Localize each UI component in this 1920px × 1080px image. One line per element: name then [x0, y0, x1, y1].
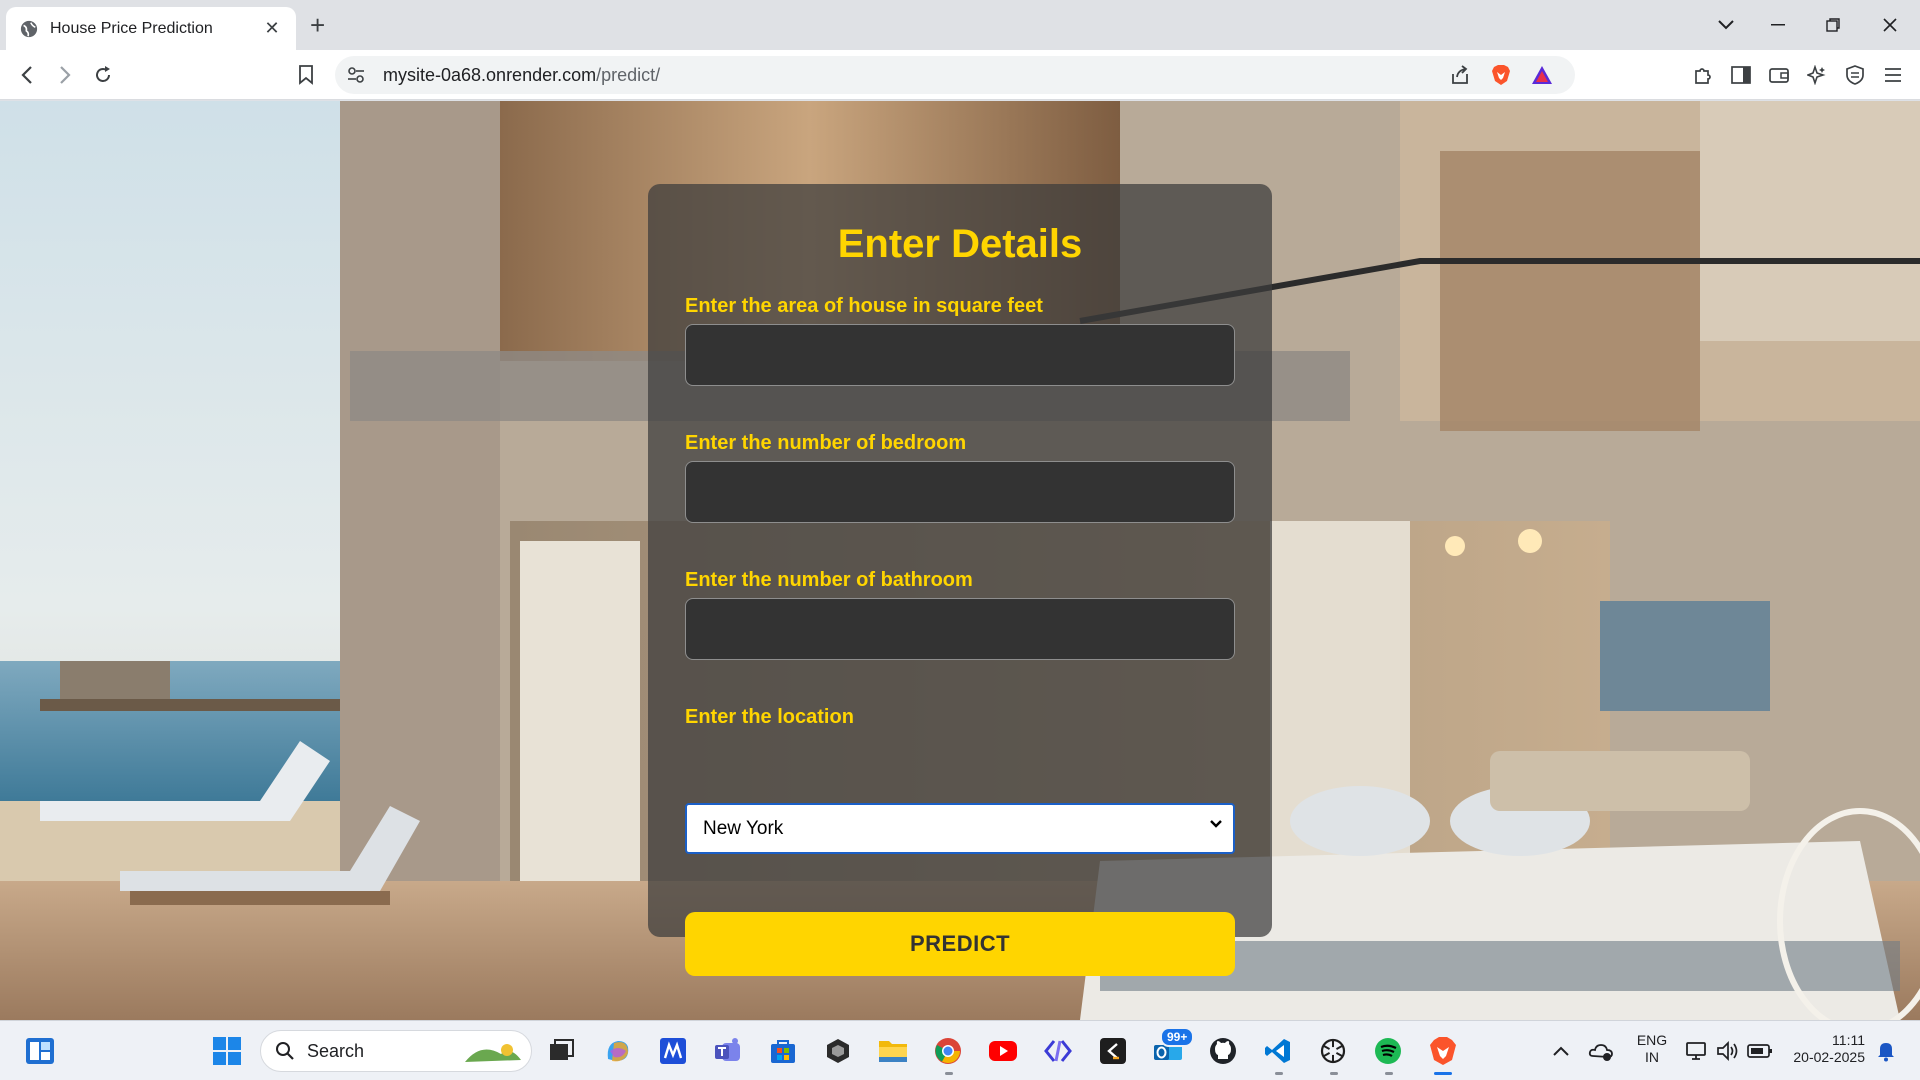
- chatgpt-icon[interactable]: [1317, 1035, 1349, 1067]
- language-code: ENG: [1636, 1032, 1668, 1048]
- brave-rewards-icon[interactable]: [1529, 62, 1555, 88]
- file-explorer-icon[interactable]: [877, 1035, 909, 1067]
- search-icon: [276, 1042, 294, 1060]
- volume-icon[interactable]: [1712, 1035, 1744, 1067]
- area-input[interactable]: [685, 324, 1235, 386]
- wallet-icon[interactable]: [1766, 62, 1792, 88]
- network-icon[interactable]: [1681, 1035, 1713, 1067]
- battery-icon[interactable]: [1744, 1035, 1776, 1067]
- running-indicator: [1385, 1072, 1393, 1075]
- app-icon-m[interactable]: [657, 1035, 689, 1067]
- running-indicator: [945, 1072, 953, 1075]
- extensions-icon[interactable]: [1690, 62, 1716, 88]
- url-host: mysite-0a68.onrender.com: [383, 65, 597, 85]
- chrome-icon[interactable]: [932, 1035, 964, 1067]
- browser-tab[interactable]: House Price Prediction ✕: [6, 7, 296, 50]
- location-label: Enter the location: [685, 706, 854, 728]
- chevron-up-icon[interactable]: [1545, 1035, 1577, 1067]
- onedrive-icon[interactable]: [1585, 1035, 1617, 1067]
- tab-title: House Price Prediction: [50, 19, 213, 37]
- youtube-icon[interactable]: [987, 1035, 1019, 1067]
- unity-icon[interactable]: [822, 1035, 854, 1067]
- share-icon[interactable]: [1447, 62, 1473, 88]
- browser-tab-bar: House Price Prediction ✕ +: [0, 0, 1920, 50]
- globe-icon: [20, 20, 38, 37]
- bathroom-label: Enter the number of bathroom: [685, 569, 973, 591]
- github-icon[interactable]: [1207, 1035, 1239, 1067]
- clock-date: 20-02-2025: [1793, 1049, 1865, 1065]
- bedroom-input[interactable]: [685, 461, 1235, 523]
- close-window-icon[interactable]: [1870, 10, 1910, 40]
- task-view-icon[interactable]: [546, 1035, 578, 1067]
- page-viewport: Enter Details Enter the area of house in…: [0, 101, 1920, 1020]
- start-icon[interactable]: [211, 1035, 243, 1067]
- url-text: mysite-0a68.onrender.com/predict/: [383, 65, 660, 86]
- taskbar-search-box[interactable]: Search: [260, 1030, 532, 1072]
- back-icon[interactable]: [14, 62, 40, 88]
- form-title: Enter Details: [837, 222, 1083, 266]
- site-settings-icon[interactable]: [343, 62, 369, 88]
- widgets-icon[interactable]: [24, 1035, 56, 1067]
- chevron-down-icon: [1210, 820, 1222, 828]
- active-app-indicator: [1434, 1072, 1452, 1075]
- bedroom-label: Enter the number of bedroom: [685, 432, 967, 454]
- running-indicator: [1330, 1072, 1338, 1075]
- menu-icon[interactable]: [1880, 62, 1906, 88]
- new-tab-button[interactable]: +: [310, 12, 325, 38]
- reload-icon[interactable]: [90, 62, 116, 88]
- windows-taskbar: Search 99+ ENG IN 11:11 20-02-2025: [0, 1020, 1920, 1080]
- search-label: Search: [307, 1040, 365, 1061]
- predict-button[interactable]: PREDICT: [685, 912, 1235, 976]
- leo-ai-icon[interactable]: [1804, 62, 1830, 88]
- url-path: /predict/: [596, 65, 661, 85]
- bookmark-icon[interactable]: [293, 62, 319, 88]
- clock-time: 11:11: [1832, 1032, 1865, 1048]
- bathroom-input[interactable]: [685, 598, 1235, 660]
- teams-icon[interactable]: [712, 1035, 744, 1067]
- vscode-icon[interactable]: [1262, 1035, 1294, 1067]
- language-indicator[interactable]: ENG IN: [1636, 1032, 1668, 1066]
- tab-search-icon[interactable]: [1706, 10, 1746, 40]
- region-code: IN: [1645, 1049, 1659, 1065]
- brave-browser-icon[interactable]: [1427, 1035, 1459, 1067]
- clock[interactable]: 11:11 20-02-2025: [1785, 1032, 1865, 1066]
- close-tab-icon[interactable]: ✕: [262, 18, 282, 39]
- notification-badge: 99+: [1160, 1027, 1195, 1047]
- brave-shields-icon[interactable]: [1488, 62, 1514, 88]
- notification-bell-icon[interactable]: [1870, 1035, 1902, 1067]
- dev-tool-icon[interactable]: [1042, 1035, 1074, 1067]
- search-highlight-icon: [465, 1044, 521, 1062]
- location-select[interactable]: New York: [685, 803, 1235, 854]
- address-bar[interactable]: mysite-0a68.onrender.com/predict/: [335, 56, 1575, 94]
- minimize-icon[interactable]: [1758, 10, 1798, 40]
- spotify-icon[interactable]: [1372, 1035, 1404, 1067]
- sidebar-icon[interactable]: [1728, 62, 1754, 88]
- forward-icon[interactable]: [52, 62, 78, 88]
- vpn-shield-icon[interactable]: [1842, 62, 1868, 88]
- restore-icon[interactable]: [1813, 10, 1853, 40]
- store-icon[interactable]: [767, 1035, 799, 1067]
- details-form-panel: Enter Details Enter the area of house in…: [648, 184, 1272, 976]
- location-selected-value: New York: [703, 817, 784, 839]
- code-editor-icon[interactable]: [1097, 1035, 1129, 1067]
- running-indicator: [1275, 1072, 1283, 1075]
- browser-toolbar: mysite-0a68.onrender.com/predict/: [0, 50, 1920, 100]
- area-label: Enter the area of house in square feet: [685, 295, 1043, 317]
- copilot-icon[interactable]: [602, 1035, 634, 1067]
